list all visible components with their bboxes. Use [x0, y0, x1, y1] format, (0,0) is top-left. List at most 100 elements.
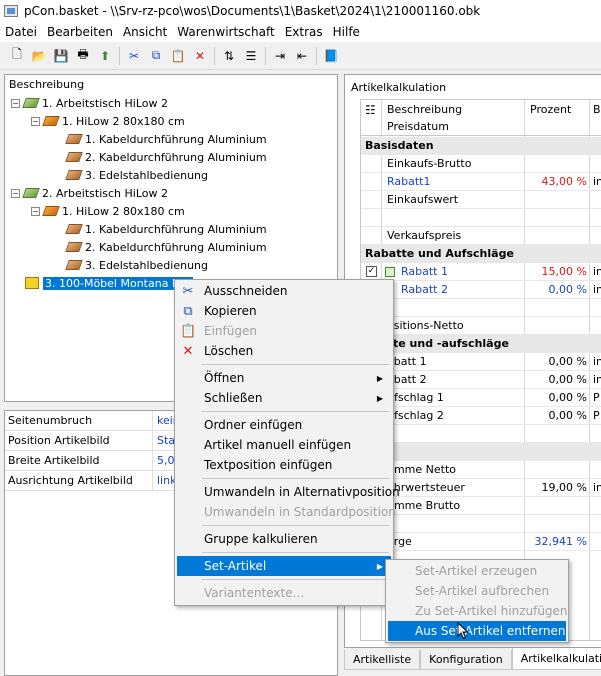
calc-extra: in [593, 481, 601, 494]
tab-artikelliste[interactable]: Artikelliste [344, 650, 421, 670]
window-title: pCon.basket - \\Srv-rz-pco\wos\Documents… [24, 4, 481, 18]
tree-node[interactable]: 3. Edelstahlbedienung [65, 257, 208, 273]
calc-row[interactable]: ufschlag 2 0,00 % P [361, 407, 601, 425]
calc-row[interactable]: umme Brutto [361, 497, 601, 515]
tree-node[interactable]: 2. Kabeldurchführung Aluminium [65, 239, 267, 255]
menu-copy[interactable]: ⧉ Kopieren [177, 301, 391, 321]
tab-artikelkalkulation[interactable]: Artikelkalkulation [511, 648, 601, 670]
menu-set-article[interactable]: Set-Artikel ▶ [177, 556, 391, 576]
print-icon[interactable]: 🖶 [73, 46, 93, 66]
menu-ansicht[interactable]: Ansicht [118, 25, 172, 39]
calc-row[interactable]: ufschlag 1 0,00 % P [361, 389, 601, 407]
menu-open[interactable]: Öffnen ▶ [177, 368, 391, 388]
calc-row[interactable]: ✓ Rabatt 1 15,00 % in [361, 263, 601, 281]
menu-separator [202, 552, 389, 553]
calc-percent[interactable]: 32,941 % [527, 535, 587, 548]
menu-calculate-group[interactable]: Gruppe kalkulieren [177, 529, 391, 549]
calc-percent[interactable]: 0,00 % [527, 355, 587, 368]
menu-warenwirtschaft[interactable]: Warenwirtschaft [172, 25, 279, 39]
calc-percent[interactable]: 0,00 % [527, 373, 587, 386]
outdent-icon[interactable]: ⇤ [292, 46, 312, 66]
calc-row[interactable]: Einkaufs-Brutto [361, 155, 601, 173]
paste-icon[interactable]: 📋 [168, 46, 188, 66]
menu-datei[interactable]: Datei [0, 25, 42, 39]
menu-bearbeiten[interactable]: Bearbeiten [42, 25, 118, 39]
tree-node[interactable]: − 1. HiLow 2 80x180 cm [31, 203, 185, 219]
calc-percent[interactable]: 0,00 % [527, 391, 587, 404]
save-icon[interactable]: 💾 [51, 46, 71, 66]
book-icon[interactable]: 📘 [321, 46, 341, 66]
menu-paste[interactable]: 📋 Einfügen [177, 321, 391, 341]
calc-row[interactable]: abatt 20,00 %in [361, 371, 601, 389]
calc-section-row[interactable]: Basisdaten [361, 137, 601, 155]
calc-row[interactable]: Rabatt1 43,00 % in [361, 173, 601, 191]
open-icon[interactable]: 📂 [29, 46, 49, 66]
calc-row[interactable]: Einkaufswert [361, 191, 601, 209]
calc-percent[interactable]: 15,00 % [527, 265, 587, 278]
tree-node[interactable]: − 2. Arbeitstisch HiLow 2 [11, 185, 168, 201]
new-icon[interactable]: 🗋 [7, 46, 27, 66]
calc-section-row[interactable]: Rabatte und Aufschläge [361, 245, 601, 263]
calc-row[interactable]: Verkaufspreis [361, 227, 601, 245]
tree-node[interactable]: 3. Edelstahlbedienung [65, 167, 208, 183]
calc-section-row[interactable]: abatte und -aufschläge [361, 335, 601, 353]
cut-icon[interactable]: ✂ [124, 46, 144, 66]
calc-row[interactable]: abatt 10,00 %in [361, 353, 601, 371]
menu-variant-texts[interactable]: Variantentexte... [177, 583, 391, 603]
menu-set-create[interactable]: Set-Artikel erzeugen [388, 561, 566, 581]
menu-extras[interactable]: Extras [280, 25, 328, 39]
delete-icon[interactable]: ✕ [190, 46, 210, 66]
collapse-icon[interactable]: − [11, 98, 20, 108]
sort-icon[interactable]: ⇅ [219, 46, 239, 66]
calc-row[interactable]: arge 32,941 % [361, 533, 601, 551]
calc-row[interactable] [361, 209, 601, 227]
header-date[interactable]: Preisdatum [387, 120, 449, 133]
menu-insert-folder[interactable]: Ordner einfügen [177, 415, 391, 435]
tree-node[interactable]: 1. Kabeldurchführung Aluminium [65, 221, 267, 237]
menu-cut[interactable]: ✂ Ausschneiden [177, 281, 391, 301]
calc-percent[interactable]: 0,00 % [527, 283, 587, 296]
align-icon[interactable]: ☰ [241, 46, 261, 66]
tree-node-selected[interactable]: 3. 100-Möbel Montana Möb [25, 275, 195, 291]
menu-convert-standard[interactable]: Umwandeln in Standardposition [177, 502, 396, 522]
row-checkbox[interactable]: ✓ [366, 266, 377, 277]
column-chooser-icon[interactable]: ☷ [365, 103, 376, 117]
menu-insert-article[interactable]: Artikel manuell einfügen [177, 435, 391, 455]
calc-label: Verkaufspreis [387, 229, 462, 242]
indent-icon[interactable]: ⇥ [270, 46, 290, 66]
calc-row[interactable]: umme Netto [361, 461, 601, 479]
menu-delete[interactable]: ✕ Löschen [177, 341, 391, 361]
tab-konfiguration[interactable]: Konfiguration [420, 650, 512, 670]
calc-row[interactable] [361, 425, 601, 443]
tree-header: Beschreibung [9, 78, 85, 91]
collapse-icon[interactable]: − [11, 188, 20, 198]
menu-close[interactable]: Schließen ▶ [177, 388, 391, 408]
calc-row[interactable] [361, 299, 601, 317]
bottom-tabs: Artikelliste Konfiguration Artikelkalkul… [344, 648, 601, 672]
menu-set-remove[interactable]: Aus Set-Artikel entfernen [388, 621, 566, 641]
header-percent[interactable]: Prozent [530, 103, 571, 116]
calc-percent[interactable]: 19,00 % [527, 481, 587, 494]
calc-row[interactable]: Rabatt 2 0,00 % in [361, 281, 601, 299]
calc-percent[interactable]: 0,00 % [527, 409, 587, 422]
header-description[interactable]: Beschreibung [387, 103, 462, 116]
menu-hilfe[interactable]: Hilfe [328, 25, 365, 39]
calc-row[interactable]: ositions-Netto [361, 317, 601, 335]
menu-convert-alternative[interactable]: Umwandeln in Alternativposition [177, 482, 400, 502]
export-icon[interactable]: ⬆ [95, 46, 115, 66]
menu-insert-text[interactable]: Textposition einfügen [177, 455, 391, 475]
calc-row[interactable] [361, 515, 601, 533]
menu-set-add[interactable]: Zu Set-Artikel hinzufügen [388, 601, 568, 621]
collapse-icon[interactable]: − [31, 206, 40, 216]
menu-set-break[interactable]: Set-Artikel aufbrechen [388, 581, 566, 601]
tree-node[interactable]: 1. Kabeldurchführung Aluminium [65, 131, 267, 147]
calc-section-row[interactable]: nen [361, 443, 601, 461]
copy-icon[interactable]: ⧉ [146, 46, 166, 66]
tree-node[interactable]: − 1. Arbeitstisch HiLow 2 [11, 95, 168, 111]
header-b[interactable]: Ba [593, 103, 601, 116]
collapse-icon[interactable]: − [31, 116, 40, 126]
calc-label: Einkaufswert [387, 193, 459, 206]
tree-node[interactable]: 2. Kabeldurchführung Aluminium [65, 149, 267, 165]
tree-node[interactable]: − 1. HiLow 2 80x180 cm [31, 113, 185, 129]
calc-percent[interactable]: 43,00 % [527, 175, 587, 188]
